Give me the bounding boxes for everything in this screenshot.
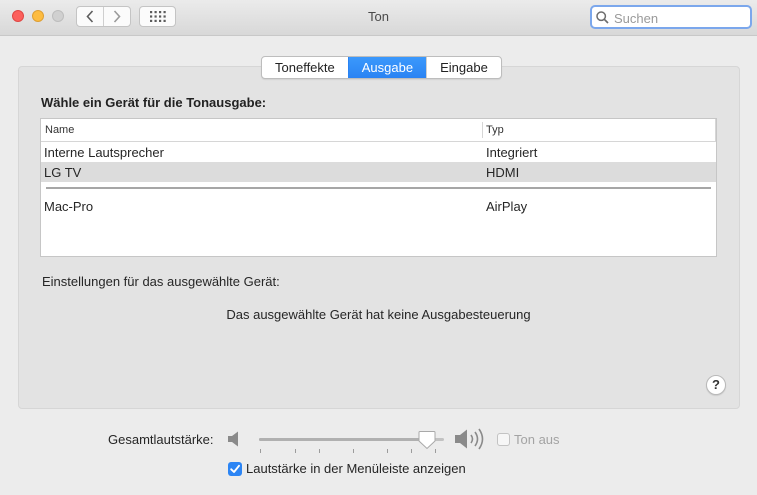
output-device-heading: Wähle ein Gerät für die Tonausgabe: (41, 95, 267, 110)
slider-tick (353, 449, 354, 453)
slider-tick (260, 449, 261, 453)
device-name: LG TV (44, 165, 82, 180)
show-volume-in-menu-bar-checkbox[interactable] (228, 462, 242, 476)
device-settings-label: Einstellungen für das ausgewählte Gerät: (42, 274, 280, 289)
search-icon (596, 11, 609, 24)
device-name: Mac-Pro (44, 199, 94, 214)
mute-checkbox[interactable] (497, 433, 510, 446)
table-header: Name Typ (41, 119, 716, 142)
speaker-high-icon (455, 428, 484, 450)
tab-ausgabe[interactable]: Ausgabe (347, 57, 427, 78)
slider-tick (411, 449, 412, 453)
title-bar: Ton (0, 0, 757, 36)
device-type: Integriert (486, 145, 538, 160)
mute-label: Ton aus (514, 432, 560, 447)
search-field[interactable] (590, 5, 752, 29)
output-volume-label: Gesamtlautstärke: (108, 432, 214, 447)
output-volume-slider[interactable] (259, 429, 444, 453)
table-row[interactable]: Mac-Pro AirPlay (41, 196, 716, 216)
slider-tick (387, 449, 388, 453)
column-divider (482, 122, 483, 138)
no-output-controls-message: Das ausgewählte Gerät hat keine Ausgabes… (226, 307, 531, 322)
device-type: HDMI (486, 165, 520, 180)
show-volume-in-menu-bar-label: Lautstärke in der Menüleiste anzeigen (246, 461, 466, 476)
device-name: Interne Lautsprecher (44, 145, 164, 160)
checkmark-icon (230, 464, 240, 473)
slider-tick (295, 449, 296, 453)
column-divider (715, 119, 716, 141)
help-button[interactable]: ? (706, 375, 726, 395)
speaker-low-icon (228, 431, 238, 447)
slider-tick (319, 449, 320, 453)
output-device-table: Name Typ Interne Lautsprecher Integriert… (40, 118, 717, 257)
slider-fill (259, 438, 427, 441)
tab-toneffekte[interactable]: Toneffekte (262, 57, 348, 78)
device-type: AirPlay (486, 199, 528, 214)
search-input[interactable] (612, 8, 746, 28)
tab-bar: Toneffekte Ausgabe Eingabe (261, 56, 502, 79)
table-row[interactable]: Interne Lautsprecher Integriert (41, 142, 716, 162)
tab-eingabe[interactable]: Eingabe (426, 57, 501, 78)
column-header-name[interactable]: Name (45, 124, 74, 136)
column-header-type[interactable]: Typ (486, 124, 504, 136)
device-group-separator (46, 187, 711, 189)
table-row[interactable]: LG TV HDMI (41, 162, 716, 182)
slider-thumb[interactable] (418, 430, 436, 450)
